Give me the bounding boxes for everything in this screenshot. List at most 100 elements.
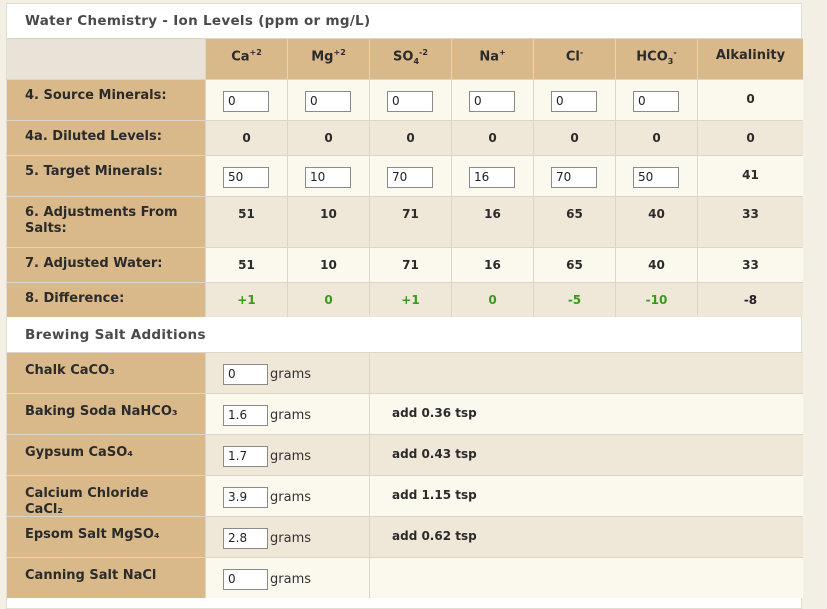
- cell-5: 40: [615, 248, 697, 282]
- salt-name: Gypsum CaSO₄: [7, 435, 205, 475]
- cell-value: 40: [648, 207, 665, 221]
- cell-value: 0: [324, 131, 333, 145]
- salt-additions-title: Brewing Salt Additions: [25, 327, 206, 343]
- row-label: 5. Target Minerals:: [7, 156, 205, 196]
- cell-value: 0: [746, 92, 755, 106]
- salt-note-cell: add 0.62 tsp: [369, 517, 803, 557]
- ion-input-1[interactable]: 0: [305, 91, 351, 112]
- salt-grams-input[interactable]: 0: [223, 364, 268, 385]
- header-corner: [7, 39, 205, 79]
- cell-0: 51: [205, 248, 287, 282]
- salt-row: Epsom Salt MgSO₄ 2.8 grams add 0.62 tsp: [7, 516, 803, 557]
- cell-4: 65: [533, 248, 615, 282]
- salt-note: add 0.62 tsp: [392, 529, 477, 543]
- ion-input-0[interactable]: 50: [223, 167, 269, 188]
- ion-row-adjusted: 7. Adjusted Water: 51 10 71 16 65 40 33: [7, 247, 803, 282]
- ion-input-2[interactable]: 0: [387, 91, 433, 112]
- cell-3: 0: [451, 80, 533, 120]
- cell-3: 0: [451, 121, 533, 155]
- salt-grams-input[interactable]: 1.6: [223, 405, 268, 426]
- cell-value: 41: [742, 168, 759, 182]
- ion-header-row: Ca+2 Mg+2 SO4-2 Na+ Cl- HCO3- Alkalinity: [7, 38, 803, 79]
- cell-3: 16: [451, 156, 533, 196]
- cell-6: 0: [697, 121, 803, 155]
- salt-row: Baking Soda NaHCO₃ 1.6 grams add 0.36 tsp: [7, 393, 803, 434]
- salt-row: Calcium Chloride CaCl₂ 3.9 grams add 1.15 t…: [7, 475, 803, 517]
- salt-grams-cell: 0 grams: [205, 353, 369, 393]
- cell-5: -10: [615, 283, 697, 317]
- salt-grams-input[interactable]: 0: [223, 569, 268, 590]
- header-cell-5: HCO3-: [615, 39, 697, 79]
- cell-2: 71: [369, 197, 451, 247]
- grams-unit: grams: [270, 490, 311, 505]
- salt-grams-cell: 3.9 grams: [205, 476, 369, 516]
- cell-value: 0: [652, 131, 661, 145]
- salt-note-cell: add 1.15 tsp: [369, 476, 803, 516]
- salt-note: add 1.15 tsp: [392, 488, 477, 502]
- cell-value: 0: [746, 131, 755, 145]
- cell-2: 71: [369, 248, 451, 282]
- salt-row: Gypsum CaSO₄ 1.7 grams add 0.43 tsp: [7, 434, 803, 475]
- ion-row-target: 5. Target Minerals: 50 10 70 16 70 50 41: [7, 155, 803, 196]
- salt-grams-input[interactable]: 3.9: [223, 487, 268, 508]
- ion-levels-title: Water Chemistry - Ion Levels (ppm or mg/…: [25, 13, 371, 29]
- cell-5: 50: [615, 156, 697, 196]
- cell-value: 71: [402, 207, 419, 221]
- cell-value: 51: [238, 207, 255, 221]
- cell-4: 0: [533, 80, 615, 120]
- cell-5: 40: [615, 197, 697, 247]
- cell-value: 0: [242, 131, 251, 145]
- cell-value: 16: [484, 258, 501, 272]
- cell-6: 0: [697, 80, 803, 120]
- header-cell-3: Na+: [451, 39, 533, 79]
- cell-0: 50: [205, 156, 287, 196]
- cell-6: 41: [697, 156, 803, 196]
- row-label: 7. Adjusted Water:: [7, 248, 205, 282]
- ion-input-4[interactable]: 70: [551, 167, 597, 188]
- cell-value: 16: [484, 207, 501, 221]
- cell-value: +1: [237, 293, 256, 307]
- cell-3: 16: [451, 197, 533, 247]
- ion-input-5[interactable]: 50: [633, 167, 679, 188]
- cell-2: 0: [369, 80, 451, 120]
- row-label: 4. Source Minerals:: [7, 80, 205, 120]
- ion-input-5[interactable]: 0: [633, 91, 679, 112]
- salt-grams-cell: 0 grams: [205, 558, 369, 598]
- salt-note-cell: [369, 558, 803, 598]
- cell-value: -8: [743, 293, 758, 307]
- header-label-6: Alkalinity: [715, 48, 786, 63]
- cell-value: 0: [488, 293, 497, 307]
- row-label: 4a. Diluted Levels:: [7, 121, 205, 155]
- salt-name: Epsom Salt MgSO₄: [7, 517, 205, 557]
- cell-value: 65: [566, 258, 583, 272]
- cell-value: 33: [742, 258, 759, 272]
- salt-note-cell: [369, 353, 803, 393]
- grams-unit: grams: [270, 367, 311, 382]
- ion-input-1[interactable]: 10: [305, 167, 351, 188]
- cell-4: 70: [533, 156, 615, 196]
- ion-input-3[interactable]: 0: [469, 91, 515, 112]
- ion-input-0[interactable]: 0: [223, 91, 269, 112]
- cell-value: 0: [570, 131, 579, 145]
- salt-name: Canning Salt NaCl: [7, 558, 205, 598]
- water-chemistry-panel: Water Chemistry - Ion Levels (ppm or mg/…: [6, 3, 803, 609]
- salt-grams-input[interactable]: 2.8: [223, 528, 268, 549]
- ion-input-4[interactable]: 0: [551, 91, 597, 112]
- ion-input-2[interactable]: 70: [387, 167, 433, 188]
- salt-grams-input[interactable]: 1.7: [223, 446, 268, 467]
- cell-4: 0: [533, 121, 615, 155]
- cell-value: 51: [238, 258, 255, 272]
- cell-2: 70: [369, 156, 451, 196]
- cell-value: -10: [645, 293, 668, 307]
- salt-name: Chalk CaCO₃: [7, 353, 205, 393]
- cell-0: 51: [205, 197, 287, 247]
- salt-name: Calcium Chloride CaCl₂: [7, 476, 205, 517]
- cell-value: 10: [320, 258, 337, 272]
- salt-note-cell: add 0.36 tsp: [369, 394, 803, 434]
- cell-5: 0: [615, 121, 697, 155]
- header-label-2: SO4-2: [393, 48, 428, 66]
- cell-value: 0: [324, 293, 333, 307]
- cell-4: 65: [533, 197, 615, 247]
- ion-input-3[interactable]: 16: [469, 167, 515, 188]
- header-cell-0: Ca+2: [205, 39, 287, 79]
